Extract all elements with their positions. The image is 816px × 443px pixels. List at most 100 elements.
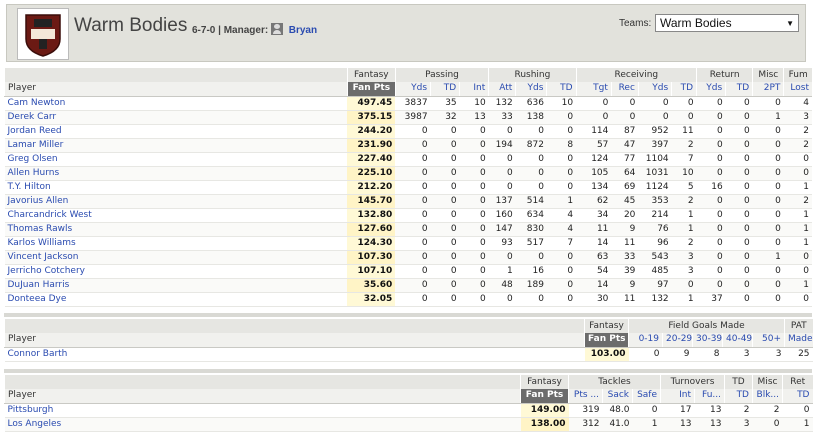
- group-fum: Fum: [783, 68, 812, 82]
- fantasy-points-cell: 127.60: [347, 222, 396, 237]
- defense-column-header: Player Fan Pts Pts ... Sack Safe Int Fu... TD B…: [4, 389, 813, 404]
- player-name-link[interactable]: Lamar Miller: [4, 138, 348, 153]
- defense-col-header[interactable]: TD: [782, 389, 813, 404]
- group-rushing: Rushing: [488, 68, 577, 82]
- stat-cell: 0: [752, 236, 784, 251]
- manager-link[interactable]: Bryan: [289, 25, 317, 36]
- player-name-link[interactable]: Jordan Reed: [4, 124, 348, 139]
- kicker-col-header[interactable]: 30-39: [692, 333, 723, 348]
- offense-col-header[interactable]: Yds: [696, 82, 726, 97]
- stat-cell: 0: [546, 152, 577, 167]
- defense-col-header[interactable]: Pts ...: [568, 389, 603, 404]
- kicker-col-header[interactable]: 50+: [751, 333, 785, 348]
- offense-col-header[interactable]: Yds: [637, 82, 672, 97]
- player-name-link[interactable]: Jerricho Cotchery: [4, 264, 348, 279]
- defense-col-header[interactable]: Safe: [632, 389, 661, 404]
- stat-cell: 189: [515, 278, 547, 293]
- offense-col-header[interactable]: Rec: [610, 82, 639, 97]
- defense-col-header[interactable]: Int: [660, 389, 695, 404]
- kicker-col-header[interactable]: Fan Pts: [584, 333, 629, 348]
- offense-table: Fantasy Passing Rushing Receiving Return…: [4, 68, 812, 307]
- offense-col-header[interactable]: Int: [459, 82, 489, 97]
- offense-col-header[interactable]: TD: [430, 82, 460, 97]
- stat-cell: 0: [430, 264, 460, 279]
- stat-cell: 0: [430, 152, 460, 167]
- player-name-link[interactable]: Vincent Jackson: [4, 250, 348, 265]
- player-name-link[interactable]: Derek Carr: [4, 110, 348, 125]
- kicker-col-header[interactable]: 0-19: [628, 333, 663, 348]
- offense-col-header[interactable]: TD: [725, 82, 753, 97]
- fantasy-points-cell: 225.10: [347, 166, 396, 181]
- player-name-link[interactable]: Charcandrick West: [4, 208, 348, 223]
- stat-cell: 0: [395, 194, 431, 209]
- table-row: Los Angeles 138.00 312 41.0 1 13 13 3 0 1: [4, 417, 813, 432]
- stat-cell: 397: [638, 138, 672, 153]
- teams-select[interactable]: Warm Bodies ▼: [655, 14, 799, 32]
- stat-cell: 0: [459, 152, 489, 167]
- table-row: Greg Olsen 227.40 0 0 0 0 0 0 124 77 1104 7 0 0 0 0: [4, 152, 812, 167]
- stat-cell: 0: [430, 292, 460, 307]
- defense-col-header[interactable]: Blk...: [752, 389, 783, 404]
- player-name-link[interactable]: Cam Newton: [4, 96, 348, 111]
- stat-cell: 0: [430, 124, 460, 139]
- group-fantasy: Fantasy: [584, 319, 629, 333]
- stat-cell: 0: [725, 194, 753, 209]
- offense-col-header[interactable]: 2PT: [752, 82, 784, 97]
- player-name-link[interactable]: Allen Hurns: [4, 166, 348, 181]
- stat-cell: 2: [752, 403, 783, 418]
- stat-cell: 137: [488, 194, 516, 209]
- player-name-link[interactable]: Javorius Allen: [4, 194, 348, 209]
- kicker-col-header[interactable]: Made: [784, 333, 813, 348]
- offense-col-header[interactable]: Att: [488, 82, 516, 97]
- player-name-link[interactable]: T.Y. Hilton: [4, 180, 348, 195]
- group-tackles: Tackles: [568, 375, 661, 389]
- player-name-link[interactable]: Thomas Rawls: [4, 222, 348, 237]
- stat-cell: 14: [576, 236, 612, 251]
- stat-cell: 96: [638, 236, 672, 251]
- player-name-link[interactable]: DuJuan Harris: [4, 278, 348, 293]
- stat-cell: 1: [752, 110, 784, 125]
- stat-cell: 636: [515, 96, 547, 111]
- defense-col-header[interactable]: Sack: [602, 389, 633, 404]
- fantasy-points-cell: 375.15: [347, 110, 396, 125]
- stat-cell: 7: [546, 236, 577, 251]
- fantasy-points-cell: 138.00: [520, 417, 569, 432]
- stat-cell: 0: [430, 250, 460, 265]
- defense-col-header[interactable]: Fan Pts: [520, 389, 569, 404]
- offense-col-header[interactable]: TD: [671, 82, 697, 97]
- offense-col-header[interactable]: Lost: [783, 82, 812, 97]
- stat-cell: 0: [459, 124, 489, 139]
- fantasy-points-cell: 107.10: [347, 264, 396, 279]
- player-name-link[interactable]: Pittsburgh: [4, 403, 521, 418]
- stat-cell: 0: [725, 166, 753, 181]
- fantasy-points-cell: 103.00: [584, 347, 629, 362]
- player-name-link[interactable]: Karlos Williams: [4, 236, 348, 251]
- offense-col-header[interactable]: Fan Pts: [346, 82, 396, 97]
- stat-cell: 87: [611, 124, 639, 139]
- stat-cell: 0: [430, 138, 460, 153]
- offense-col-header[interactable]: TD: [546, 82, 577, 97]
- kicker-col-header[interactable]: 40-49: [722, 333, 753, 348]
- chevron-down-icon: ▼: [786, 19, 794, 28]
- player-name-link[interactable]: Connor Barth: [4, 347, 585, 362]
- defense-col-header[interactable]: TD: [724, 389, 753, 404]
- kicker-col-header[interactable]: 20-29: [662, 333, 693, 348]
- offense-col-header[interactable]: Yds: [394, 82, 431, 97]
- team-name: Warm Bodies: [74, 15, 188, 36]
- stat-cell: 3: [722, 347, 753, 362]
- table-row: Derek Carr 375.15 3987 32 13 33 138 0 0 0 0 0 0 0 1 3: [4, 110, 812, 125]
- table-row: Cam Newton 497.45 3837 35 10 132 636 10 0 0 0 0 0 0 0 4: [4, 96, 812, 111]
- defense-col-header[interactable]: Fu...: [694, 389, 725, 404]
- player-name-link[interactable]: Greg Olsen: [4, 152, 348, 167]
- player-name-link[interactable]: Los Angeles: [4, 417, 521, 432]
- stat-cell: 0: [488, 166, 516, 181]
- offense-col-header[interactable]: Tgt: [575, 82, 612, 97]
- offense-col-header[interactable]: Yds: [515, 82, 547, 97]
- stat-cell: 0: [696, 166, 726, 181]
- player-column-header: Player: [4, 333, 585, 348]
- stat-cell: 1: [783, 208, 812, 223]
- kicker-group-header: Fantasy Field Goals Made PAT: [4, 319, 813, 333]
- manager-label: Manager:: [223, 25, 269, 36]
- stat-cell: 0: [696, 194, 726, 209]
- player-name-link[interactable]: Donteea Dye: [4, 292, 348, 307]
